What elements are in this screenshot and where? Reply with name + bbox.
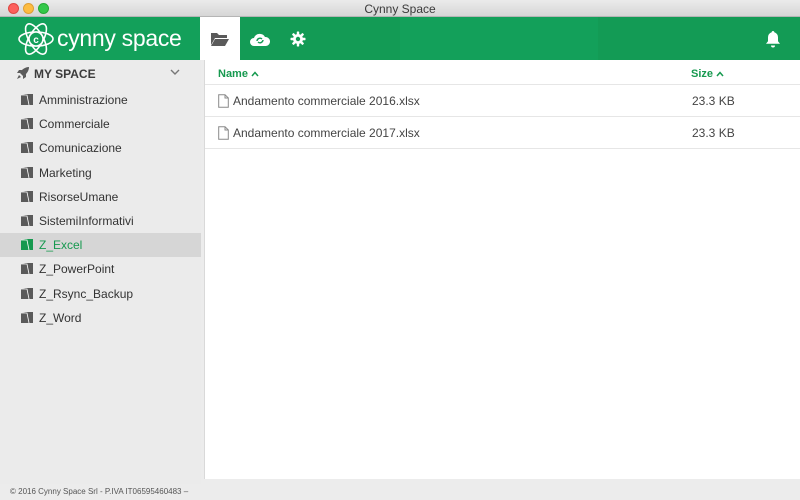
folder-open-icon — [211, 32, 229, 46]
column-name-label: Name — [218, 68, 248, 80]
sidebar-item-label: Z_Word — [39, 310, 82, 325]
bell-icon[interactable] — [763, 29, 783, 49]
shared-folder-icon — [21, 311, 33, 323]
shared-folder-icon — [21, 239, 33, 251]
shared-folder-icon — [21, 190, 33, 202]
app-header: c cynny space — [0, 17, 800, 60]
shared-folder-icon — [21, 263, 33, 275]
sidebar-item-label: RisorseUmane — [39, 189, 119, 204]
sidebar-item-amministrazione[interactable]: Amministrazione — [0, 88, 201, 112]
copyright-text: © 2016 Cynny Space Srl - P.IVA IT0659546… — [10, 487, 189, 496]
sidebar-item-sistemiinformativi[interactable]: SistemiInformativi — [0, 209, 201, 233]
sidebar-item-commerciale[interactable]: Commerciale — [0, 112, 201, 136]
chevron-down-icon[interactable] — [170, 69, 180, 76]
sidebar-item-label: SistemiInformativi — [39, 214, 134, 228]
file-icon — [218, 126, 229, 140]
shared-folder-icon — [21, 94, 33, 106]
sidebar-item-comunicazione[interactable]: Comunicazione — [0, 136, 201, 160]
sidebar-item-marketing[interactable]: Marketing — [0, 161, 201, 185]
sidebar-item-label: Comunicazione — [39, 141, 122, 156]
status-footer: © 2016 Cynny Space Srl - P.IVA IT0659546… — [0, 484, 800, 500]
file-size: 23.3 KB — [692, 126, 735, 140]
sidebar-item-label: Z_PowerPoint — [39, 262, 115, 277]
sort-ascending-icon — [251, 71, 259, 77]
column-header-size[interactable]: Size — [691, 68, 724, 80]
sidebar-item-z_word[interactable]: Z_Word — [0, 306, 201, 330]
sidebar-item-label: Z_Excel — [39, 238, 83, 253]
sidebar-item-z_excel[interactable]: Z_Excel — [0, 233, 201, 258]
shared-folder-icon — [21, 142, 33, 154]
tab-sync[interactable] — [240, 17, 280, 60]
file-size: 23.3 KB — [692, 94, 735, 108]
sort-ascending-icon — [716, 71, 724, 77]
table-row[interactable]: Andamento commerciale 2017.xlsx 23.3 KB — [205, 117, 800, 149]
table-row[interactable]: Andamento commerciale 2016.xlsx 23.3 KB — [205, 85, 800, 117]
window-titlebar: Cynny Space — [0, 0, 800, 17]
cloud-sync-icon — [250, 33, 271, 46]
sidebar-item-risorseumane[interactable]: RisorseUmane — [0, 185, 201, 209]
file-list-panel: Name Size Andamento commerciale 2016.xls… — [204, 60, 800, 479]
file-icon — [218, 94, 229, 108]
sidebar-item-label: Marketing — [39, 165, 92, 180]
column-size-label: Size — [691, 68, 714, 80]
sidebar-item-label: Z_Rsync_Backup — [39, 286, 134, 301]
shared-folder-icon — [21, 215, 33, 227]
sidebar-item-label: Amministrazione — [39, 93, 128, 107]
column-header-name[interactable]: Name — [218, 68, 259, 80]
shared-folder-icon — [21, 118, 33, 130]
logo-text: cynny space — [57, 25, 182, 51]
tab-files[interactable] — [200, 17, 240, 60]
gear-icon — [290, 31, 306, 46]
sidebar: MY SPACE Amministrazione Commerciale Comun… — [0, 60, 201, 484]
shared-folder-icon — [21, 166, 33, 178]
header-spacer — [400, 17, 598, 60]
sidebar-item-z_rsync_backup[interactable]: Z_Rsync_Backup — [0, 282, 201, 306]
my-space-label: MY SPACE — [34, 67, 96, 81]
my-space-header[interactable]: MY SPACE — [0, 60, 201, 87]
logo[interactable]: c cynny space — [0, 17, 200, 60]
shared-folder-icon — [21, 287, 33, 299]
atom-logo-icon: c — [18, 23, 54, 55]
file-name: Andamento commerciale 2017.xlsx — [233, 126, 420, 140]
file-name: Andamento commerciale 2016.xlsx — [233, 94, 420, 108]
rocket-icon — [17, 67, 29, 79]
sidebar-item-z_powerpoint[interactable]: Z_PowerPoint — [0, 257, 201, 281]
window-title: Cynny Space — [364, 2, 436, 16]
svg-text:c: c — [33, 35, 39, 46]
tab-settings[interactable] — [278, 17, 318, 60]
sidebar-item-label: Commerciale — [39, 117, 110, 132]
